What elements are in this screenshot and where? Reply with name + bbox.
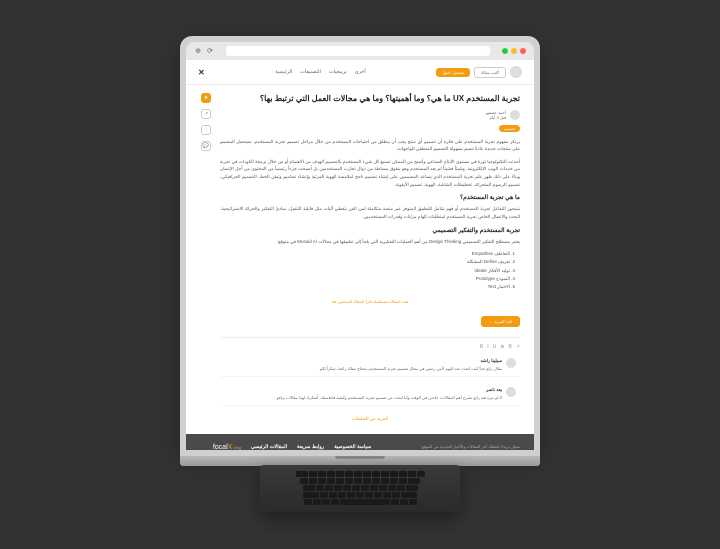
- para-2: أحدثت التكنولوجيا ثورة في مستوى الإنتاج …: [220, 158, 520, 189]
- article-title: تجربة المستخدم UX ما هي؟ وما أهميتها؟ وم…: [220, 93, 520, 104]
- footer-main-title: المقالات الرئيسي: [251, 444, 287, 450]
- keyboard: [260, 465, 460, 512]
- footer-links-title: روابط سريعة: [297, 444, 324, 450]
- like-icon[interactable]: ♡: [201, 125, 211, 135]
- author-date: قبل 3 أيام: [485, 115, 506, 120]
- list-item: التعاطف Empathise: [220, 250, 510, 258]
- comment-text: مقال رائع جداً كنت ابحث عنه اليوم لأنني …: [224, 366, 502, 372]
- nav-home[interactable]: الرئيسية: [275, 69, 292, 75]
- para-3: يتمحور التفاعل تجربة المستخدم أو فهم شام…: [220, 205, 520, 220]
- para-1: يرتكز مفهوم تجربة المستخدم على فكرة أن ت…: [220, 138, 520, 153]
- footer-privacy[interactable]: سياسة الخصوصية: [334, 444, 371, 450]
- category-tag[interactable]: تصميم: [499, 125, 520, 132]
- url-bar[interactable]: [226, 46, 490, 56]
- heading-what: ما هي تجربة المستخدم؟: [220, 194, 520, 201]
- comment-text: لا لم مرة فيه رائع نشرح أهم المقالات، جا…: [224, 395, 502, 401]
- more-comments[interactable]: المزيد من التعليقات: [220, 412, 520, 426]
- heading-design: تجربة المستخدم والتفكير التصميمي: [220, 227, 520, 234]
- nav-other[interactable]: أخرى: [355, 69, 366, 75]
- read-more-button[interactable]: اقرأ المزيد ←: [481, 316, 520, 327]
- list-item: تعريف Define المشكلة: [220, 258, 510, 266]
- related-link: هذه المقالة متسلسلة اقرأ المقالة السابقي…: [220, 299, 520, 304]
- newsletter-title: سجل بريدك لتصلك آخر المقالات والأخبار ال…: [381, 444, 520, 449]
- nav-prog[interactable]: برمجيات: [329, 69, 347, 75]
- footer-logo: focalX blog: [200, 444, 241, 450]
- comment-author: يعد ناصر: [224, 387, 502, 393]
- refresh-icon[interactable]: ⟳: [206, 47, 214, 55]
- nav-cats[interactable]: التصنيفات: [300, 69, 321, 75]
- login-button[interactable]: تسجيل دخول: [436, 68, 470, 77]
- bookmark-icon[interactable]: ★: [201, 93, 211, 103]
- comment-avatar: [506, 387, 516, 397]
- list-item: النموذج Prototype: [220, 275, 510, 283]
- comment-avatar: [506, 358, 516, 368]
- share-icon[interactable]: ↗: [201, 109, 211, 119]
- avatar[interactable]: [510, 66, 522, 78]
- write-button[interactable]: أكتب مقالة: [474, 67, 506, 78]
- para-intro: يعتبر مصطلح التفكير التصميمي Design Thin…: [220, 238, 520, 246]
- list-item: الاختبار Test: [220, 283, 510, 291]
- menu-icon[interactable]: ⊕: [194, 47, 202, 55]
- author-avatar: [510, 110, 520, 120]
- min-dot[interactable]: [511, 48, 517, 54]
- logo[interactable]: ✕: [198, 68, 205, 77]
- close-dot[interactable]: [520, 48, 526, 54]
- comment-toolbar[interactable]: ↗B⊕UIB: [220, 344, 520, 350]
- comment-icon[interactable]: 💬: [201, 141, 211, 151]
- list-item: توليد الأفكار Ideate: [220, 267, 510, 275]
- comment-author: سيلينا راشد: [224, 358, 502, 364]
- max-dot[interactable]: [502, 48, 508, 54]
